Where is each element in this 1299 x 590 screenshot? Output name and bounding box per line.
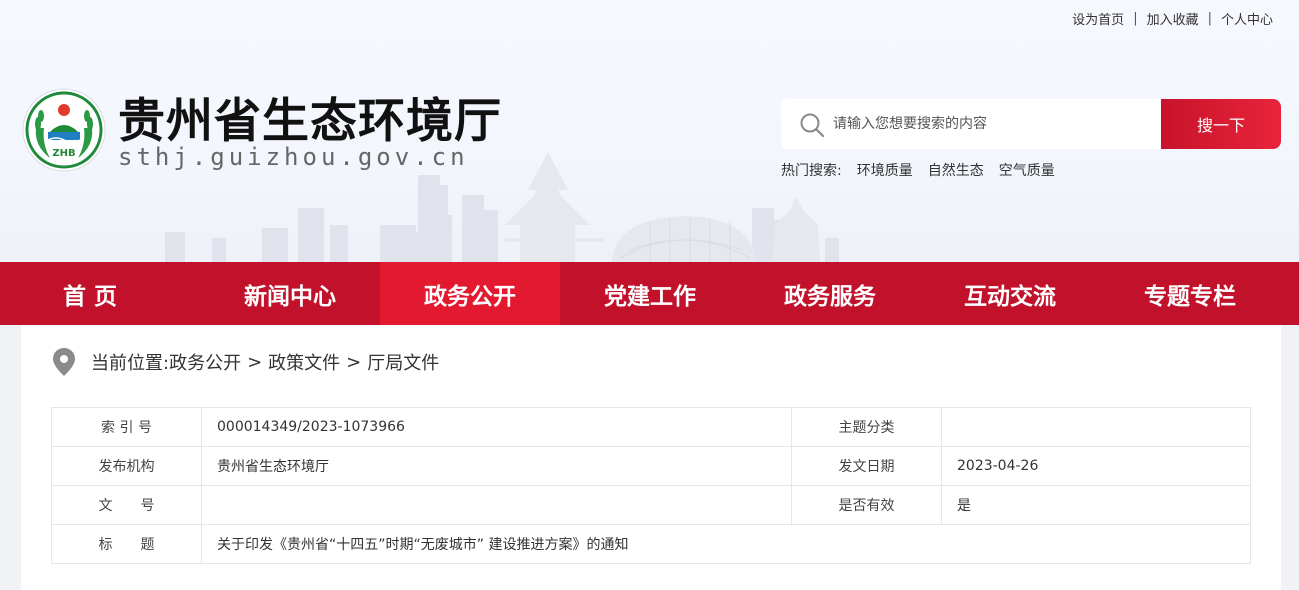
breadcrumb-label: 当前位置: (91, 353, 170, 374)
index-number-value: 000014349/2023-1073966 (201, 407, 792, 447)
site-domain: sthj.guizhou.gov.cn (118, 143, 469, 171)
top-link-separator: | (1133, 11, 1138, 26)
nav-party-building[interactable]: 党建工作 (560, 262, 740, 325)
document-number-label: 文 号 (51, 485, 202, 525)
nav-government-services[interactable]: 政务服务 (740, 262, 920, 325)
breadcrumb-government-affairs[interactable]: 政务公开 (169, 349, 241, 375)
top-link-separator: | (1207, 11, 1212, 26)
search-box (781, 99, 1163, 149)
add-favorite-link[interactable]: 加入收藏 (1147, 9, 1199, 28)
table-row: 文 号 是否有效 是 (51, 485, 1251, 525)
main-nav: 首 页 新闻中心 政务公开 党建工作 政务服务 互动交流 专题专栏 (0, 262, 1299, 325)
search-input[interactable] (833, 99, 1153, 149)
issuing-agency-value: 贵州省生态环境厅 (201, 446, 792, 486)
breadcrumb-separator: > (247, 351, 263, 373)
document-number-value (201, 485, 792, 525)
top-links: 设为首页 | 加入收藏 | 个人中心 (1072, 9, 1273, 28)
location-pin-icon (53, 348, 75, 376)
nav-interaction[interactable]: 互动交流 (920, 262, 1100, 325)
breadcrumb: 当前位置: 政务公开 > 政策文件 > 厅局文件 (51, 347, 439, 377)
hot-term-environment-quality[interactable]: 环境质量 (857, 160, 913, 180)
breadcrumb-separator: > (346, 351, 362, 373)
title-value: 关于印发《贵州省“十四五”时期“无废城市” 建设推进方案》的通知 (201, 524, 1251, 564)
breadcrumb-department-documents[interactable]: 厅局文件 (367, 349, 439, 375)
hot-search-label: 热门搜索: (781, 163, 842, 179)
validity-label: 是否有效 (791, 485, 942, 525)
hot-term-natural-ecology[interactable]: 自然生态 (928, 160, 984, 180)
site-header: 设为首页 | 加入收藏 | 个人中心 ZHB 贵州省生态环境厅 sthj.gui… (0, 0, 1299, 262)
issuing-agency-label: 发布机构 (51, 446, 202, 486)
issue-date-value: 2023-04-26 (941, 446, 1251, 486)
index-number-label: 索 引 号 (51, 407, 202, 447)
set-homepage-link[interactable]: 设为首页 (1072, 9, 1124, 28)
nav-home[interactable]: 首 页 (0, 262, 200, 325)
hot-term-air-quality[interactable]: 空气质量 (999, 160, 1055, 180)
search-button[interactable]: 搜一下 (1161, 99, 1281, 149)
personal-center-link[interactable]: 个人中心 (1221, 9, 1273, 28)
topic-category-label: 主题分类 (791, 407, 942, 447)
issue-date-label: 发文日期 (791, 446, 942, 486)
table-row: 索 引 号 000014349/2023-1073966 主题分类 (51, 407, 1251, 447)
zhb-emblem-logo[interactable]: ZHB (22, 88, 106, 172)
search-icon (800, 113, 825, 138)
table-row: 标 题 关于印发《贵州省“十四五”时期“无废城市” 建设推进方案》的通知 (51, 524, 1251, 564)
topic-category-value (941, 407, 1251, 447)
nav-news-center[interactable]: 新闻中心 (200, 262, 380, 325)
site-title[interactable]: 贵州省生态环境厅 (118, 82, 502, 151)
validity-value: 是 (941, 485, 1251, 525)
nav-government-affairs-open[interactable]: 政务公开 (380, 262, 560, 325)
title-label: 标 题 (51, 524, 202, 564)
nav-special-topics[interactable]: 专题专栏 (1100, 262, 1280, 325)
hot-search: 热门搜索: 环境质量 自然生态 空气质量 (781, 160, 1055, 180)
logo-text: ZHB (52, 148, 75, 159)
breadcrumb-policy-documents[interactable]: 政策文件 (268, 349, 340, 375)
table-row: 发布机构 贵州省生态环境厅 发文日期 2023-04-26 (51, 446, 1251, 486)
document-metadata-table: 索 引 号 000014349/2023-1073966 主题分类 发布机构 贵… (51, 407, 1251, 564)
content-panel: 当前位置: 政务公开 > 政策文件 > 厅局文件 索 引 号 000014349… (21, 325, 1281, 590)
